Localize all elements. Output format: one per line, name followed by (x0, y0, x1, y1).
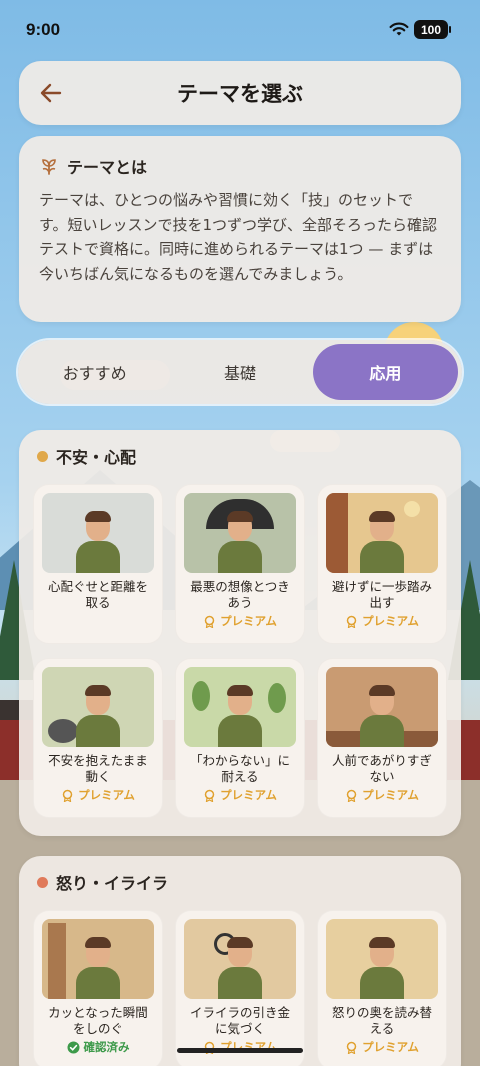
section-dot (37, 450, 48, 462)
theme-card[interactable]: 避けずに一歩踏み出す プレミアム (317, 484, 447, 644)
premium-badge: プレミアム (61, 787, 135, 803)
back-button[interactable] (37, 79, 65, 107)
premium-badge: プレミアム (345, 613, 419, 629)
status-bar: 9:00 100 (0, 0, 480, 58)
premium-badge-label: プレミアム (78, 788, 135, 802)
header-bar: テーマを選ぶ (19, 61, 461, 125)
medal-icon (346, 1041, 357, 1054)
theme-card-label: カッとなった瞬間をしのぐ (48, 1005, 148, 1036)
medal-icon (62, 789, 73, 802)
page-title: テーマを選ぶ (177, 82, 303, 106)
theme-illustration (326, 667, 438, 747)
theme-card[interactable]: イライラの引き金に気づく プレミアム (175, 910, 305, 1066)
theme-card[interactable]: カッとなった瞬間をしのぐ 確認済み (33, 910, 163, 1066)
theme-card[interactable]: 不安を抱えたまま動く プレミアム (33, 658, 163, 818)
theme-intro-card: テーマとは テーマは、ひとつの悩みや習慣に効く「技」のセットです。短いレッスンで… (19, 136, 461, 322)
medal-icon (346, 789, 357, 802)
premium-badge-label: プレミアム (362, 1040, 419, 1054)
medal-icon (204, 615, 215, 628)
theme-card-label: イライラの引き金に気づく (189, 1005, 290, 1036)
section-anger: 怒り・イライラ カッとなった瞬間をしのぐ 確認済み イライラの引き金に気づく プ… (19, 856, 461, 1066)
theme-card-label: 人前であがりすぎない (332, 753, 432, 784)
theme-illustration (42, 919, 154, 999)
medal-icon (346, 615, 357, 628)
theme-card[interactable]: 怒りの奥を読み替える プレミアム (317, 910, 447, 1066)
tab-basic[interactable]: 基礎 (167, 344, 312, 400)
premium-badge-label: プレミアム (362, 788, 419, 802)
check-circle-icon (67, 1041, 79, 1053)
arrow-left-icon (40, 83, 62, 103)
intro-body: テーマは、ひとつの悩みや習慣に効く「技」のセットです。短いレッスンで技を1つずつ… (39, 191, 438, 283)
medal-icon (204, 789, 215, 802)
theme-card-label: 心配ぐせと距離を取る (47, 579, 148, 610)
theme-card[interactable]: 心配ぐせと距離を取る (33, 484, 163, 644)
theme-illustration (42, 667, 154, 747)
status-time: 9:00 (26, 20, 61, 39)
theme-illustration (184, 493, 296, 573)
sprout-icon (42, 159, 56, 175)
verified-badge: 確認済み (67, 1039, 130, 1055)
premium-badge-label: プレミアム (220, 614, 277, 628)
theme-card-label: 最悪の想像とつきあう (190, 579, 290, 610)
category-tabs: おすすめ 基礎 応用 (18, 340, 462, 404)
premium-badge: プレミアム (345, 787, 419, 803)
theme-card-label: 怒りの奥を読み替える (331, 1005, 432, 1036)
theme-illustration (326, 493, 438, 573)
theme-card-label: 不安を抱えたまま動く (48, 753, 148, 784)
battery-icon: 100 (414, 20, 451, 39)
theme-card-label: 「わからない」に耐える (189, 753, 290, 784)
premium-badge: プレミアム (203, 613, 277, 629)
theme-card[interactable]: 最悪の想像とつきあう プレミアム (175, 484, 305, 644)
wifi-icon (389, 22, 409, 36)
premium-badge-label: プレミアム (362, 614, 419, 628)
theme-illustration (42, 493, 154, 573)
tab-recommended[interactable]: おすすめ (22, 344, 167, 400)
theme-card-label: 避けずに一歩踏み出す (331, 579, 432, 610)
section-title: 怒り・イライラ (56, 874, 169, 893)
section-dot (37, 876, 48, 888)
theme-illustration (184, 667, 296, 747)
premium-badge: プレミアム (345, 1039, 419, 1055)
tab-advanced[interactable]: 応用 (312, 344, 458, 400)
section-title: 不安・心配 (56, 448, 137, 467)
section-anxiety: 不安・心配 心配ぐせと距離を取る 最悪の想像とつきあう プレミアム 避けずに一歩… (19, 430, 461, 836)
theme-illustration (184, 919, 296, 999)
home-indicator[interactable] (177, 1048, 303, 1053)
intro-title: テーマとは (67, 158, 148, 177)
premium-badge: プレミアム (203, 787, 277, 803)
premium-badge-label: プレミアム (220, 788, 277, 802)
theme-card[interactable]: 「わからない」に耐える プレミアム (175, 658, 305, 818)
theme-illustration (326, 919, 438, 999)
verified-badge-label: 確認済み (83, 1040, 130, 1054)
theme-card[interactable]: 人前であがりすぎない プレミアム (317, 658, 447, 818)
